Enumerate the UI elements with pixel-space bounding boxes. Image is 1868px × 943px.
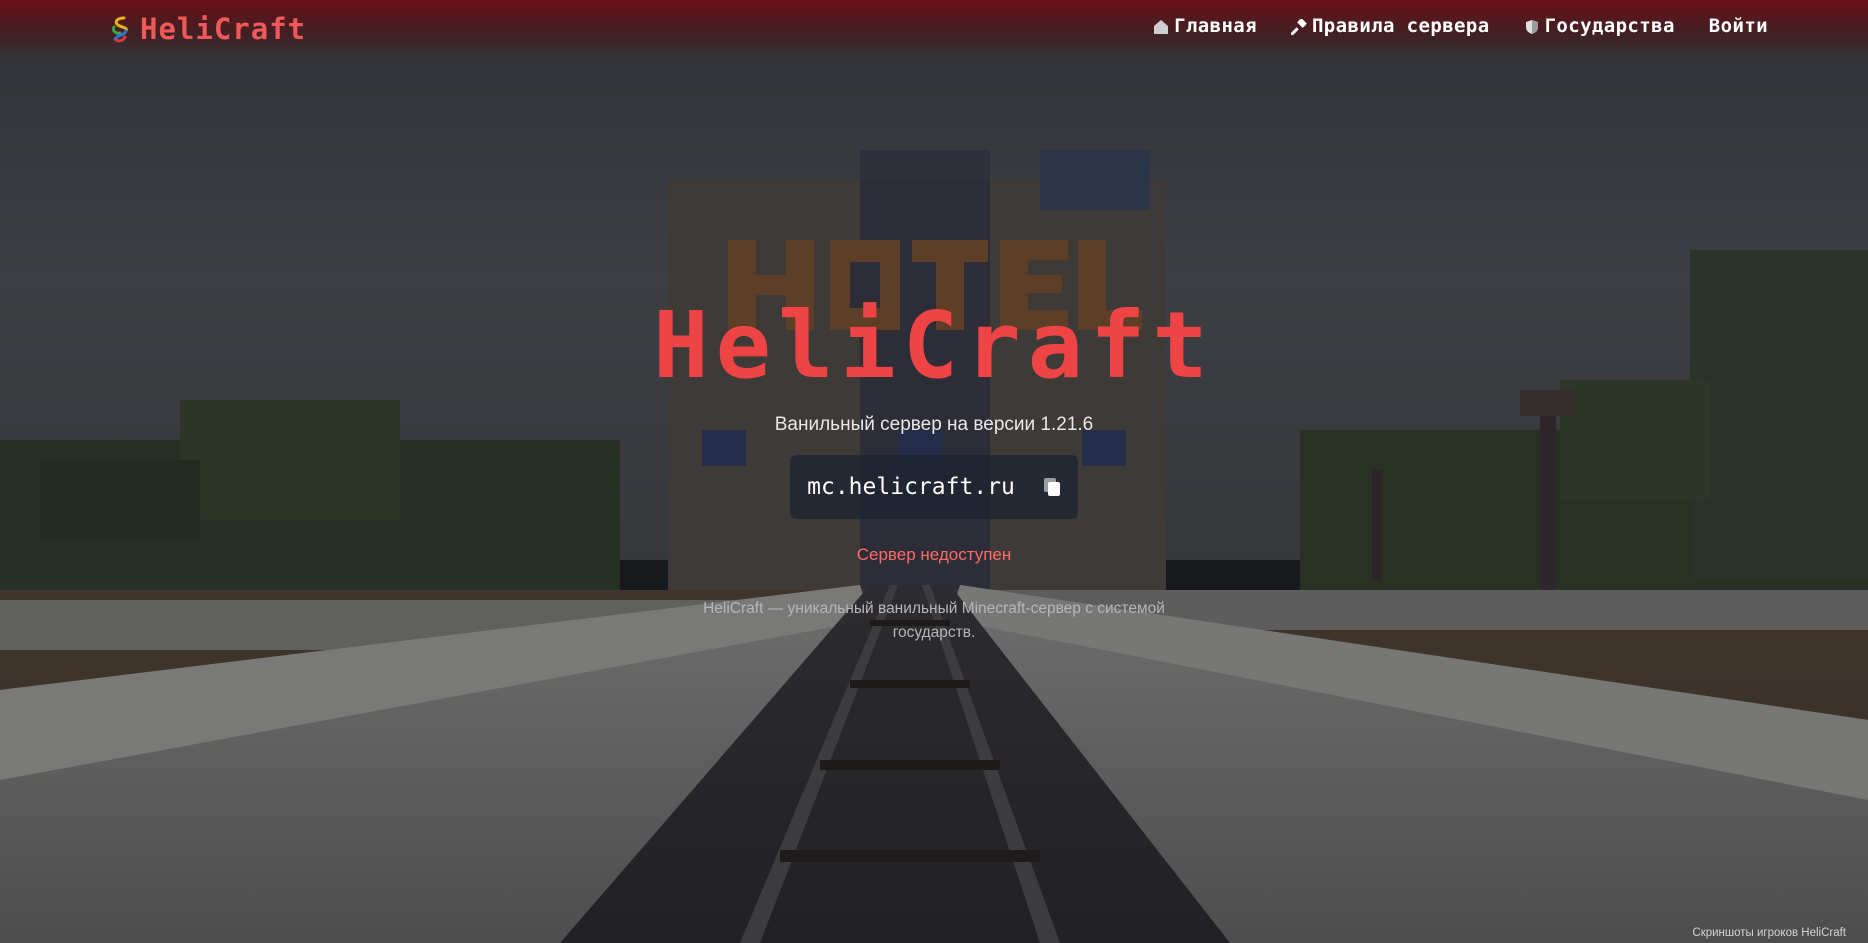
helicraft-logo-icon	[108, 15, 132, 43]
hero-subtitle: Ванильный сервер на версии 1.21.6	[774, 414, 1094, 435]
nav-states-label: Государства	[1544, 15, 1675, 37]
nav-states-link[interactable]: Государства	[1524, 15, 1675, 37]
nav-rules-label: Правила сервера	[1311, 15, 1490, 37]
nav-home-label: Главная	[1174, 15, 1257, 37]
nav-rules-link[interactable]: Правила сервера	[1290, 15, 1490, 37]
brand-link[interactable]: HeliCraft	[108, 12, 306, 46]
server-description: HeliCraft — уникальный ванильный Minecra…	[703, 600, 1165, 641]
page: HeliCraft Главная Правила сервера Госуда…	[0, 0, 1868, 943]
nav-links: Главная Правила сервера Государства Войт…	[1153, 15, 1768, 37]
navbar: HeliCraft Главная Правила сервера Госуда…	[0, 0, 1868, 60]
shield-icon	[1524, 18, 1540, 34]
login-label: Войти	[1708, 15, 1768, 37]
hero-section: HeliCraft Ванильный сервер на версии 1.2…	[0, 300, 1868, 645]
hero-title: HeliCraft	[653, 292, 1215, 399]
home-icon	[1153, 18, 1169, 34]
nav-home-link[interactable]: Главная	[1153, 15, 1257, 37]
screenshot-credit: Скриншоты игроков HeliCraft	[1692, 927, 1846, 939]
login-link[interactable]: Войти	[1709, 15, 1768, 37]
server-ip: mc.helicraft.ru	[807, 474, 1015, 500]
server-status: Сервер недоступен	[856, 545, 1012, 564]
server-ip-copy-button[interactable]: mc.helicraft.ru	[790, 455, 1078, 519]
brand-name: HeliCraft	[140, 12, 307, 46]
copy-icon[interactable]	[1043, 477, 1061, 497]
hammer-icon	[1290, 18, 1307, 36]
